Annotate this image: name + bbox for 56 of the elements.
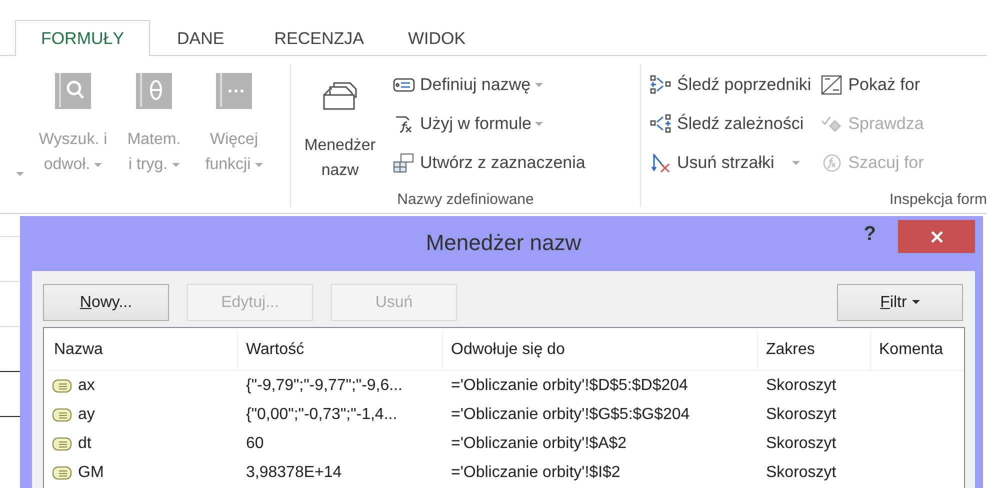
table-cell: dt	[78, 434, 92, 452]
column-header[interactable]: Wartość	[238, 330, 443, 370]
table-cell: ='Obliczanie orbity'!$A$2	[451, 434, 627, 452]
name-manager-button[interactable]: Menedżer nazw	[291, 65, 389, 191]
ribbon-tab[interactable]: RECENZJA	[251, 20, 387, 56]
dots-book-icon	[214, 71, 254, 111]
group-label: Inspekcja form	[888, 191, 987, 210]
trace-arrows-icon	[650, 74, 672, 94]
table-cell: Skoroszyt	[766, 464, 836, 482]
table-cell: Skoroszyt	[766, 376, 836, 394]
ribbon-tab[interactable]: WIDOK	[386, 20, 487, 56]
caret-icon	[16, 172, 24, 176]
table-cell: ='Obliczanie orbity'!$I$2	[451, 464, 620, 482]
dialog-button[interactable]: Nowy...	[43, 284, 169, 321]
trace-arrows-icon	[650, 114, 672, 134]
name-tag-icon	[52, 436, 72, 452]
column-header[interactable]: Komenta	[871, 330, 963, 370]
table-cell: GM	[78, 464, 104, 482]
table-cell: ='Obliczanie orbity'!$D$5:$D$204	[451, 376, 688, 394]
check-warning-icon	[821, 114, 844, 134]
theta-book-icon	[134, 71, 174, 111]
column-header[interactable]: Nazwa	[46, 330, 238, 370]
column-header[interactable]: Zakres	[758, 330, 871, 370]
fx-circle-icon	[821, 152, 844, 172]
ribbon-command[interactable]: Użyj w formule	[389, 104, 590, 143]
ribbon-command[interactable]: Śledź poprzedniki	[646, 65, 816, 104]
formula-sheet-icon	[821, 74, 844, 94]
table-cell: ax	[78, 376, 95, 394]
help-button[interactable]: ?	[858, 222, 882, 247]
ribbon-tab[interactable]: DANE	[150, 20, 252, 56]
ribbon-command[interactable]: Utwórz z zaznaczenia	[389, 143, 590, 182]
table-cell: Skoroszyt	[766, 434, 836, 452]
name-tag-icon	[52, 464, 72, 480]
name-tag-icon	[52, 378, 72, 394]
table-cell: ay	[78, 406, 95, 424]
table-cell: 60	[246, 434, 264, 452]
close-button[interactable]	[898, 220, 975, 253]
ribbon-command[interactable]: Definiuj nazwę	[389, 65, 590, 104]
remove-arrows-icon	[650, 152, 672, 172]
name-tag-icon	[52, 406, 72, 422]
dialog-title: Menedżer nazw	[426, 230, 582, 256]
group-label: Nazwy zdefiniowane	[396, 191, 535, 210]
ribbon-command[interactable]: Usuń strzałki	[646, 143, 816, 182]
ribbon-command[interactable]: Śledź zależności	[646, 104, 816, 143]
ribbon-tab[interactable]: FORMUŁY	[15, 20, 150, 56]
magnifier-book-icon	[53, 71, 93, 111]
table-cell: {"0,00";"-0,73";"-1,4...	[246, 406, 398, 424]
table-cell: ='Obliczanie orbity'!$G$5:$G$204	[451, 406, 690, 424]
column-header[interactable]: Odwołuje się do	[443, 330, 758, 370]
table-cell: {"-9,79";"-9,77";"-9,6...	[246, 376, 402, 394]
ribbon-command[interactable]: Pokaż for	[817, 65, 928, 104]
close-icon	[930, 230, 944, 244]
table-cell: Skoroszyt	[766, 406, 836, 424]
table-icon	[393, 152, 415, 172]
table-cell: 3,98378E+14	[246, 464, 342, 482]
filter-button[interactable]: Filtr	[837, 284, 963, 321]
